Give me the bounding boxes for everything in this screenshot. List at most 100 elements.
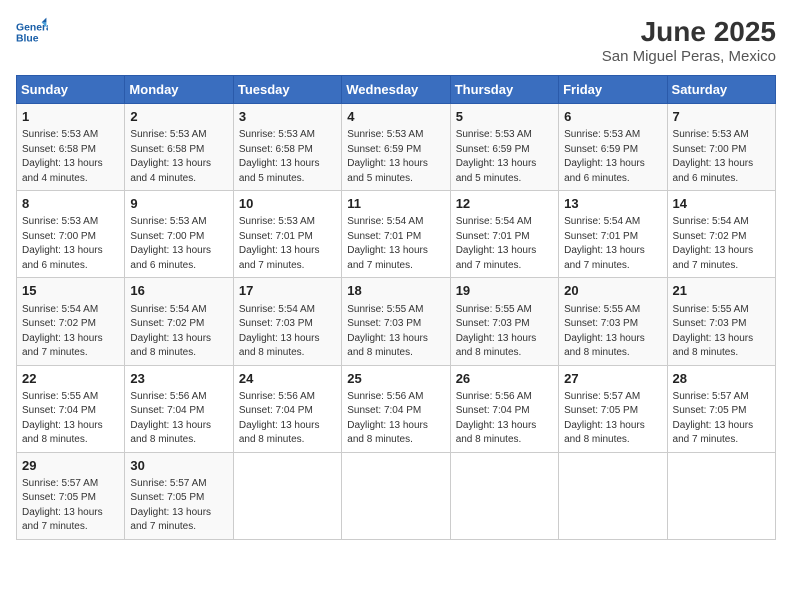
- day-number: 9: [130, 195, 227, 213]
- calendar-header-row: Sunday Monday Tuesday Wednesday Thursday…: [17, 76, 776, 104]
- day-number: 28: [673, 370, 770, 388]
- calendar-week-2: 8 Sunrise: 5:53 AMSunset: 7:00 PMDaylight…: [17, 191, 776, 278]
- day-info: Sunrise: 5:53 AMSunset: 6:59 PMDaylight:…: [347, 128, 444, 186]
- calendar-cell: 29 Sunrise: 5:57 AMSunset: 7:05 PMDayligh…: [17, 452, 125, 539]
- day-info: Sunrise: 5:55 AMSunset: 7:04 PMDaylight:…: [22, 390, 119, 448]
- calendar-cell: [450, 452, 558, 539]
- day-number: 23: [130, 370, 227, 388]
- calendar-cell: 23 Sunrise: 5:56 AMSunset: 7:04 PMDayligh…: [125, 365, 233, 452]
- calendar-cell: 5Sunrise: 5:53 AMSunset: 6:59 PMDaylight…: [450, 104, 558, 191]
- day-info: Sunrise: 5:54 AMSunset: 7:01 PMDaylight:…: [456, 215, 553, 273]
- day-number: 16: [130, 282, 227, 300]
- calendar-cell: 28 Sunrise: 5:57 AMSunset: 7:05 PMDayligh…: [667, 365, 775, 452]
- day-number: 26: [456, 370, 553, 388]
- calendar-cell: 12 Sunrise: 5:54 AMSunset: 7:01 PMDayligh…: [450, 191, 558, 278]
- calendar-week-1: 1Sunrise: 5:53 AMSunset: 6:58 PMDaylight…: [17, 104, 776, 191]
- calendar-cell: 10Sunrise: 5:53 AMSunset: 7:01 PMDayligh…: [233, 191, 341, 278]
- calendar-cell: 22 Sunrise: 5:55 AMSunset: 7:04 PMDayligh…: [17, 365, 125, 452]
- day-info: Sunrise: 5:53 AMSunset: 7:00 PMDaylight:…: [22, 215, 119, 273]
- col-saturday: Saturday: [667, 76, 775, 104]
- day-info: Sunrise: 5:57 AMSunset: 7:05 PMDaylight:…: [22, 477, 119, 535]
- calendar-cell: 4 Sunrise: 5:53 AMSunset: 6:59 PMDaylight…: [342, 104, 450, 191]
- svg-text:General: General: [16, 22, 48, 33]
- day-info: Sunrise: 5:55 AMSunset: 7:03 PMDaylight:…: [673, 303, 770, 361]
- day-info: Sunrise: 5:54 AMSunset: 7:01 PMDaylight:…: [347, 215, 444, 273]
- day-number: 5: [456, 108, 553, 126]
- col-monday: Monday: [125, 76, 233, 104]
- calendar-cell: 30 Sunrise: 5:57 AMSunset: 7:05 PMDayligh…: [125, 452, 233, 539]
- calendar-cell: 20 Sunrise: 5:55 AMSunset: 7:03 PMDayligh…: [559, 278, 667, 365]
- day-number: 7: [673, 108, 770, 126]
- calendar-cell: [342, 452, 450, 539]
- svg-text:Blue: Blue: [16, 34, 39, 45]
- calendar-cell: 19 Sunrise: 5:55 AMSunset: 7:03 PMDayligh…: [450, 278, 558, 365]
- day-info: Sunrise: 5:54 AMSunset: 7:02 PMDaylight:…: [22, 303, 119, 361]
- calendar-cell: 13 Sunrise: 5:54 AMSunset: 7:01 PMDayligh…: [559, 191, 667, 278]
- day-info: Sunrise: 5:53 AMSunset: 7:00 PMDaylight:…: [130, 215, 227, 273]
- calendar-cell: [667, 452, 775, 539]
- col-tuesday: Tuesday: [233, 76, 341, 104]
- day-number: 8: [22, 195, 119, 213]
- day-info: Sunrise: 5:53 AMSunset: 6:58 PMDaylight:…: [22, 128, 119, 186]
- day-number: 29: [22, 457, 119, 475]
- day-number: 22: [22, 370, 119, 388]
- calendar-cell: 21Sunrise: 5:55 AMSunset: 7:03 PMDayligh…: [667, 278, 775, 365]
- day-number: 4: [347, 108, 444, 126]
- calendar-cell: 18 Sunrise: 5:55 AMSunset: 7:03 PMDayligh…: [342, 278, 450, 365]
- col-sunday: Sunday: [17, 76, 125, 104]
- day-info: Sunrise: 5:55 AMSunset: 7:03 PMDaylight:…: [564, 303, 661, 361]
- calendar-week-5: 29 Sunrise: 5:57 AMSunset: 7:05 PMDayligh…: [17, 452, 776, 539]
- day-info: Sunrise: 5:53 AMSunset: 7:00 PMDaylight:…: [673, 128, 770, 186]
- col-wednesday: Wednesday: [342, 76, 450, 104]
- day-number: 12: [456, 195, 553, 213]
- page-title: June 2025: [602, 16, 776, 48]
- calendar-cell: 11 Sunrise: 5:54 AMSunset: 7:01 PMDayligh…: [342, 191, 450, 278]
- day-number: 14: [673, 195, 770, 213]
- calendar-table: Sunday Monday Tuesday Wednesday Thursday…: [16, 75, 776, 540]
- day-number: 24: [239, 370, 336, 388]
- col-thursday: Thursday: [450, 76, 558, 104]
- day-info: Sunrise: 5:56 AMSunset: 7:04 PMDaylight:…: [347, 390, 444, 448]
- day-number: 20: [564, 282, 661, 300]
- day-number: 18: [347, 282, 444, 300]
- calendar-cell: 9 Sunrise: 5:53 AMSunset: 7:00 PMDaylight…: [125, 191, 233, 278]
- calendar-cell: 7 Sunrise: 5:53 AMSunset: 7:00 PMDaylight…: [667, 104, 775, 191]
- calendar-cell: 16 Sunrise: 5:54 AMSunset: 7:02 PMDayligh…: [125, 278, 233, 365]
- logo-icon: General Blue: [16, 16, 48, 48]
- day-info: Sunrise: 5:55 AMSunset: 7:03 PMDaylight:…: [347, 303, 444, 361]
- day-info: Sunrise: 5:57 AMSunset: 7:05 PMDaylight:…: [673, 390, 770, 448]
- day-info: Sunrise: 5:56 AMSunset: 7:04 PMDaylight:…: [456, 390, 553, 448]
- calendar-week-3: 15 Sunrise: 5:54 AMSunset: 7:02 PMDayligh…: [17, 278, 776, 365]
- day-number: 13: [564, 195, 661, 213]
- calendar-cell: 2Sunrise: 5:53 AMSunset: 6:58 PMDaylight…: [125, 104, 233, 191]
- day-info: Sunrise: 5:56 AMSunset: 7:04 PMDaylight:…: [239, 390, 336, 448]
- day-info: Sunrise: 5:56 AMSunset: 7:04 PMDaylight:…: [130, 390, 227, 448]
- col-friday: Friday: [559, 76, 667, 104]
- page-header: General Blue June 2025 San Miguel Peras,…: [16, 16, 776, 65]
- day-number: 6: [564, 108, 661, 126]
- day-info: Sunrise: 5:53 AMSunset: 6:58 PMDaylight:…: [239, 128, 336, 186]
- calendar-cell: 24 Sunrise: 5:56 AMSunset: 7:04 PMDayligh…: [233, 365, 341, 452]
- day-info: Sunrise: 5:57 AMSunset: 7:05 PMDaylight:…: [564, 390, 661, 448]
- calendar-cell: [233, 452, 341, 539]
- calendar-cell: 25Sunrise: 5:56 AMSunset: 7:04 PMDayligh…: [342, 365, 450, 452]
- day-info: Sunrise: 5:54 AMSunset: 7:03 PMDaylight:…: [239, 303, 336, 361]
- logo: General Blue: [16, 16, 48, 48]
- day-number: 10: [239, 195, 336, 213]
- calendar-cell: [559, 452, 667, 539]
- calendar-cell: 8 Sunrise: 5:53 AMSunset: 7:00 PMDaylight…: [17, 191, 125, 278]
- calendar-cell: 15 Sunrise: 5:54 AMSunset: 7:02 PMDayligh…: [17, 278, 125, 365]
- day-info: Sunrise: 5:53 AMSunset: 6:58 PMDaylight:…: [130, 128, 227, 186]
- day-info: Sunrise: 5:57 AMSunset: 7:05 PMDaylight:…: [130, 477, 227, 535]
- day-info: Sunrise: 5:54 AMSunset: 7:02 PMDaylight:…: [130, 303, 227, 361]
- day-info: Sunrise: 5:54 AMSunset: 7:01 PMDaylight:…: [564, 215, 661, 273]
- day-number: 15: [22, 282, 119, 300]
- day-number: 17: [239, 282, 336, 300]
- day-info: Sunrise: 5:55 AMSunset: 7:03 PMDaylight:…: [456, 303, 553, 361]
- calendar-cell: 1Sunrise: 5:53 AMSunset: 6:58 PMDaylight…: [17, 104, 125, 191]
- day-number: 11: [347, 195, 444, 213]
- day-number: 19: [456, 282, 553, 300]
- day-number: 27: [564, 370, 661, 388]
- day-number: 30: [130, 457, 227, 475]
- day-info: Sunrise: 5:54 AMSunset: 7:02 PMDaylight:…: [673, 215, 770, 273]
